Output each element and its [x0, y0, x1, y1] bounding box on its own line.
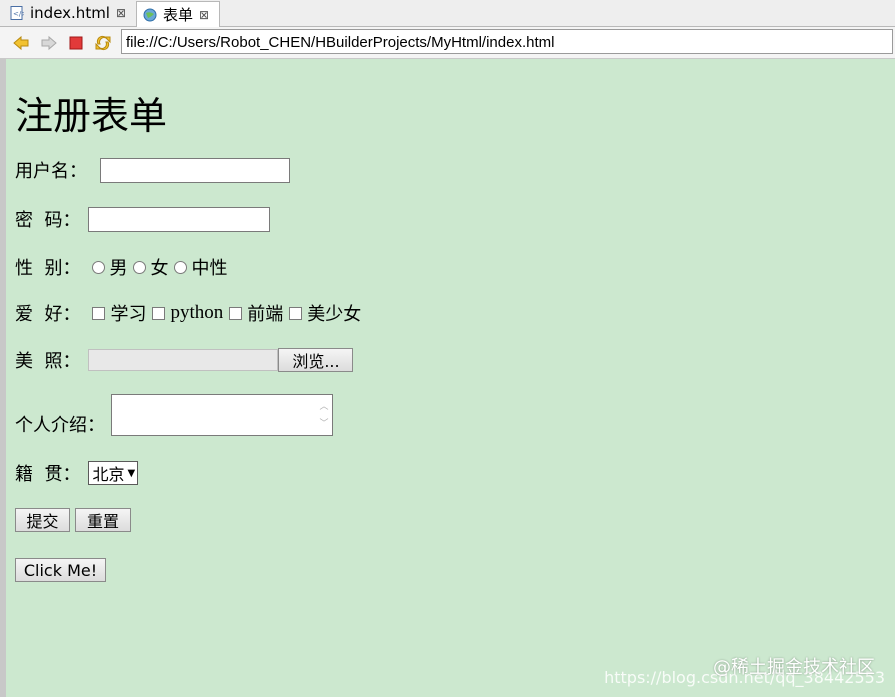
submit-button[interactable]: 提交: [15, 508, 70, 532]
hobby-checkbox-frontend[interactable]: [229, 306, 243, 320]
editor-tab-bar: </> index.html ⊠ 表单 ⊠: [0, 0, 895, 27]
hobby-label: 爱 好：: [15, 304, 81, 325]
hometown-select[interactable]: 北京 ▼: [88, 461, 139, 485]
gender-radio-male[interactable]: [92, 260, 106, 274]
intro-row: 个人介绍： ︿ ﹀: [15, 393, 333, 437]
password-input[interactable]: [88, 206, 271, 232]
gender-radio-female[interactable]: [133, 260, 147, 274]
username-label: 用户名：: [15, 161, 87, 182]
hobby-option-label: 美少女: [307, 304, 362, 325]
stop-icon[interactable]: [67, 34, 85, 52]
refresh-icon[interactable]: [94, 34, 112, 52]
intro-textarea[interactable]: ︿ ﹀: [111, 394, 333, 436]
photo-row: 美 照： 浏览...: [15, 347, 354, 373]
gender-row: 性 别： 男 女 中性: [15, 254, 229, 280]
form-buttons-row: 提交 重置: [15, 508, 131, 532]
reset-button[interactable]: 重置: [75, 508, 131, 532]
tab-index-html[interactable]: </> index.html ⊠: [4, 1, 134, 25]
gender-option-label: 女: [150, 258, 169, 279]
tab-form-preview[interactable]: 表单 ⊠: [136, 1, 220, 27]
click-row: Click Me!: [15, 558, 106, 582]
hobby-row: 爱 好： 学习 python 前端 美少女: [15, 300, 363, 326]
browse-button[interactable]: 浏览...: [278, 348, 354, 372]
watermark-brand: @稀土掘金技术社区: [713, 657, 875, 678]
address-bar[interactable]: file://C:/Users/Robot_CHEN/HBuilderProje…: [121, 29, 893, 54]
browser-toolbar: file://C:/Users/Robot_CHEN/HBuilderProje…: [0, 27, 895, 59]
hobby-checkbox-beauty[interactable]: [289, 306, 303, 320]
gender-radio-neutral[interactable]: [174, 260, 188, 274]
page-title: 注册表单: [15, 94, 168, 138]
forward-arrow-icon[interactable]: [40, 34, 58, 52]
photo-label: 美 照：: [15, 351, 81, 372]
gender-option-label: 男: [109, 258, 128, 279]
file-path-field[interactable]: [88, 349, 279, 371]
close-icon[interactable]: ⊠: [199, 8, 209, 22]
page-content: 注册表单 用户名： 密 码： 性 别： 男 女 中性 爱 好： 学习 pytho…: [6, 59, 895, 697]
hobby-checkbox-study[interactable]: [92, 306, 106, 320]
hobby-option-label: python: [170, 302, 224, 323]
hometown-row: 籍 贯： 北京 ▼: [15, 460, 139, 486]
click-me-button[interactable]: Click Me!: [15, 558, 106, 582]
password-label: 密 码：: [15, 210, 81, 231]
hometown-label: 籍 贯：: [15, 464, 81, 485]
password-row: 密 码：: [15, 206, 271, 232]
back-arrow-icon[interactable]: [12, 34, 30, 52]
hobby-option-label: 学习: [110, 304, 147, 325]
globe-icon: [143, 8, 157, 22]
username-input[interactable]: [100, 157, 290, 183]
tab-label: 表单: [163, 6, 194, 24]
intro-label: 个人介绍：: [15, 415, 105, 436]
gender-option-label: 中性: [191, 258, 228, 279]
hobby-checkbox-python[interactable]: [152, 306, 166, 320]
scroll-arrows-icon[interactable]: ︿ ﹀: [319, 398, 329, 432]
chevron-down-icon: ▼: [127, 467, 136, 479]
close-icon[interactable]: ⊠: [116, 6, 126, 20]
tab-label: index.html: [30, 4, 110, 22]
html-file-icon: </>: [10, 6, 27, 20]
hometown-selected-value: 北京: [92, 465, 125, 484]
username-row: 用户名：: [15, 157, 290, 183]
svg-text:</>: </>: [13, 10, 24, 18]
gender-label: 性 别：: [15, 258, 81, 279]
hobby-option-label: 前端: [247, 304, 284, 325]
